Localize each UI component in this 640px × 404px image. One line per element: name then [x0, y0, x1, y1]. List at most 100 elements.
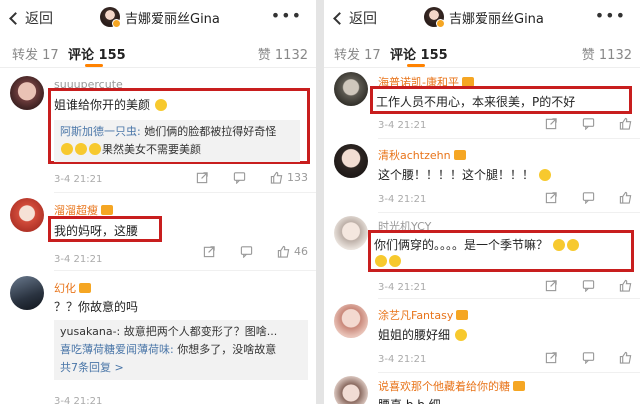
avatar[interactable]: [10, 198, 44, 232]
comment-time: 3-4 21:21: [378, 120, 427, 131]
top-bar: 返回 吉娜爱丽丝Gina •••: [324, 0, 640, 34]
comment-actions: [521, 279, 632, 292]
comment-text-cont: [374, 254, 402, 268]
comment-text: 这个腰！！！！这个腿！！！: [378, 166, 552, 183]
comment-icon[interactable]: [582, 279, 595, 292]
comment-text: 姐谁给你开的美颜: [54, 96, 168, 113]
like-icon[interactable]: [619, 117, 632, 130]
more-replies-link[interactable]: 共7条回复 >: [60, 361, 124, 374]
page-title[interactable]: 吉娜爱丽丝Gina: [100, 7, 220, 28]
vip-badge-icon: [513, 381, 525, 391]
comment-username[interactable]: 清秋achtzehn: [378, 147, 466, 163]
comment-actions: [521, 191, 632, 204]
reply-text: 你想多了，没啥故意: [173, 343, 277, 356]
comment-time: 3-4 21:21: [378, 194, 427, 205]
avatar: [100, 7, 121, 28]
divider: [54, 270, 316, 271]
comment-icon[interactable]: [582, 191, 595, 204]
laughing-emoji-icon: [375, 255, 387, 267]
vip-badge-icon: [79, 283, 91, 293]
emoji-icon: [154, 99, 167, 111]
comment-actions: 46: [179, 245, 308, 258]
reply-box[interactable]: yusakana-: 故意把两个人都变形了？图啥... 喜吃薄荷糖爱闻薄荷味: …: [54, 320, 308, 380]
tab-comments[interactable]: 评论 155: [390, 44, 448, 63]
comment-actions: [521, 351, 632, 364]
share-icon[interactable]: [545, 117, 558, 130]
title-text: 吉娜爱丽丝Gina: [125, 11, 220, 27]
tab-bar: 转发 17 评论 155 赞 1132: [324, 34, 640, 68]
divider: [378, 212, 640, 213]
username-text: 清秋achtzehn: [378, 149, 451, 162]
smile-emoji-icon: [454, 329, 467, 341]
tab-likes[interactable]: 赞 1132: [582, 44, 632, 63]
comment-icon[interactable]: [582, 351, 595, 364]
avatar[interactable]: [10, 76, 44, 110]
emoji-icon: [75, 143, 87, 155]
more-icon[interactable]: •••: [271, 6, 302, 25]
laughing-emoji-icon: [566, 239, 579, 251]
vip-badge-icon: [456, 310, 469, 320]
like-icon[interactable]: [277, 245, 290, 258]
right-screenshot: 返回 吉娜爱丽丝Gina ••• 转发 17 评论 155 赞 1132 海普诺…: [324, 0, 640, 404]
tab-bar: 转发 17 评论 155 赞 1132: [0, 34, 316, 68]
reply-username[interactable]: yusakana-:: [60, 325, 120, 338]
back-button[interactable]: 返回: [8, 8, 53, 28]
share-icon[interactable]: [545, 191, 558, 204]
vip-badge-icon: [453, 150, 466, 160]
laughing-emoji-icon: [389, 255, 401, 267]
top-bar: 返回 吉娜爱丽丝Gina •••: [0, 0, 316, 34]
avatar[interactable]: [334, 376, 368, 404]
reply-text-2: 果然美女不需要美颜: [102, 143, 201, 156]
comment-text-body: 姐姐的腰好细: [378, 328, 451, 342]
username-text: 幻化: [54, 282, 76, 295]
reply-username[interactable]: 喜吃薄荷糖爱闻薄荷味:: [60, 343, 174, 356]
comment-text: 腰真 b b 细: [378, 396, 441, 404]
comment-icon[interactable]: [233, 171, 246, 184]
share-icon[interactable]: [545, 279, 558, 292]
divider: [378, 298, 640, 299]
reply-text: 她们俩的脸都被拉得好奇怪: [140, 125, 277, 138]
comment-text-body: 姐谁给你开的美颜: [54, 98, 151, 112]
comment-icon[interactable]: [240, 245, 253, 258]
comment-time: 3-4 21:21: [54, 254, 103, 265]
chevron-left-icon: [9, 11, 22, 25]
back-label: 返回: [349, 11, 377, 27]
share-icon[interactable]: [196, 171, 209, 184]
laughing-emoji-icon: [552, 239, 565, 251]
chevron-left-icon: [333, 11, 346, 25]
comment-username[interactable]: 说喜欢那个他藏着给你的糖: [378, 378, 525, 394]
tab-repost[interactable]: 转发 17: [334, 44, 381, 63]
comment-icon[interactable]: [582, 117, 595, 130]
avatar[interactable]: [334, 144, 368, 178]
avatar[interactable]: [334, 216, 368, 250]
avatar[interactable]: [10, 276, 44, 310]
more-icon[interactable]: •••: [595, 6, 626, 25]
reply-box[interactable]: 阿斯加德一只虫: 她们俩的脸都被拉得好奇怪 果然美女不需要美颜: [54, 120, 300, 162]
tab-comments[interactable]: 评论 155: [68, 44, 126, 63]
tab-repost[interactable]: 转发 17: [12, 44, 59, 63]
tab-indicator: [85, 64, 103, 67]
avatar[interactable]: [334, 72, 368, 106]
comment-text: 我的妈呀，这腰: [54, 224, 139, 238]
tab-likes[interactable]: 赞 1132: [258, 44, 308, 63]
comment-text: 工作人员不用心，本来很美，P的不好: [376, 95, 576, 109]
divider: [378, 138, 640, 139]
comment-username[interactable]: 幻化: [54, 280, 91, 296]
like-icon[interactable]: [619, 351, 632, 364]
reply-username[interactable]: 阿斯加德一只虫:: [60, 125, 141, 138]
like-icon[interactable]: [270, 171, 283, 184]
comment-text: 姐姐的腰好细: [378, 326, 468, 343]
avatar[interactable]: [334, 304, 368, 338]
divider: [378, 372, 640, 373]
like-icon[interactable]: [619, 191, 632, 204]
comment-username[interactable]: 涂艺凡Fantasy: [378, 307, 469, 323]
vip-badge-icon: [101, 205, 113, 215]
comment-text-body: 这个腰！！！！这个腿！！！: [378, 168, 535, 182]
share-icon[interactable]: [203, 245, 216, 258]
share-icon[interactable]: [545, 351, 558, 364]
page-title[interactable]: 吉娜爱丽丝Gina: [424, 7, 544, 28]
like-count: 133: [287, 171, 308, 184]
emoji-icon: [89, 143, 101, 155]
like-icon[interactable]: [619, 279, 632, 292]
back-button[interactable]: 返回: [332, 8, 377, 28]
